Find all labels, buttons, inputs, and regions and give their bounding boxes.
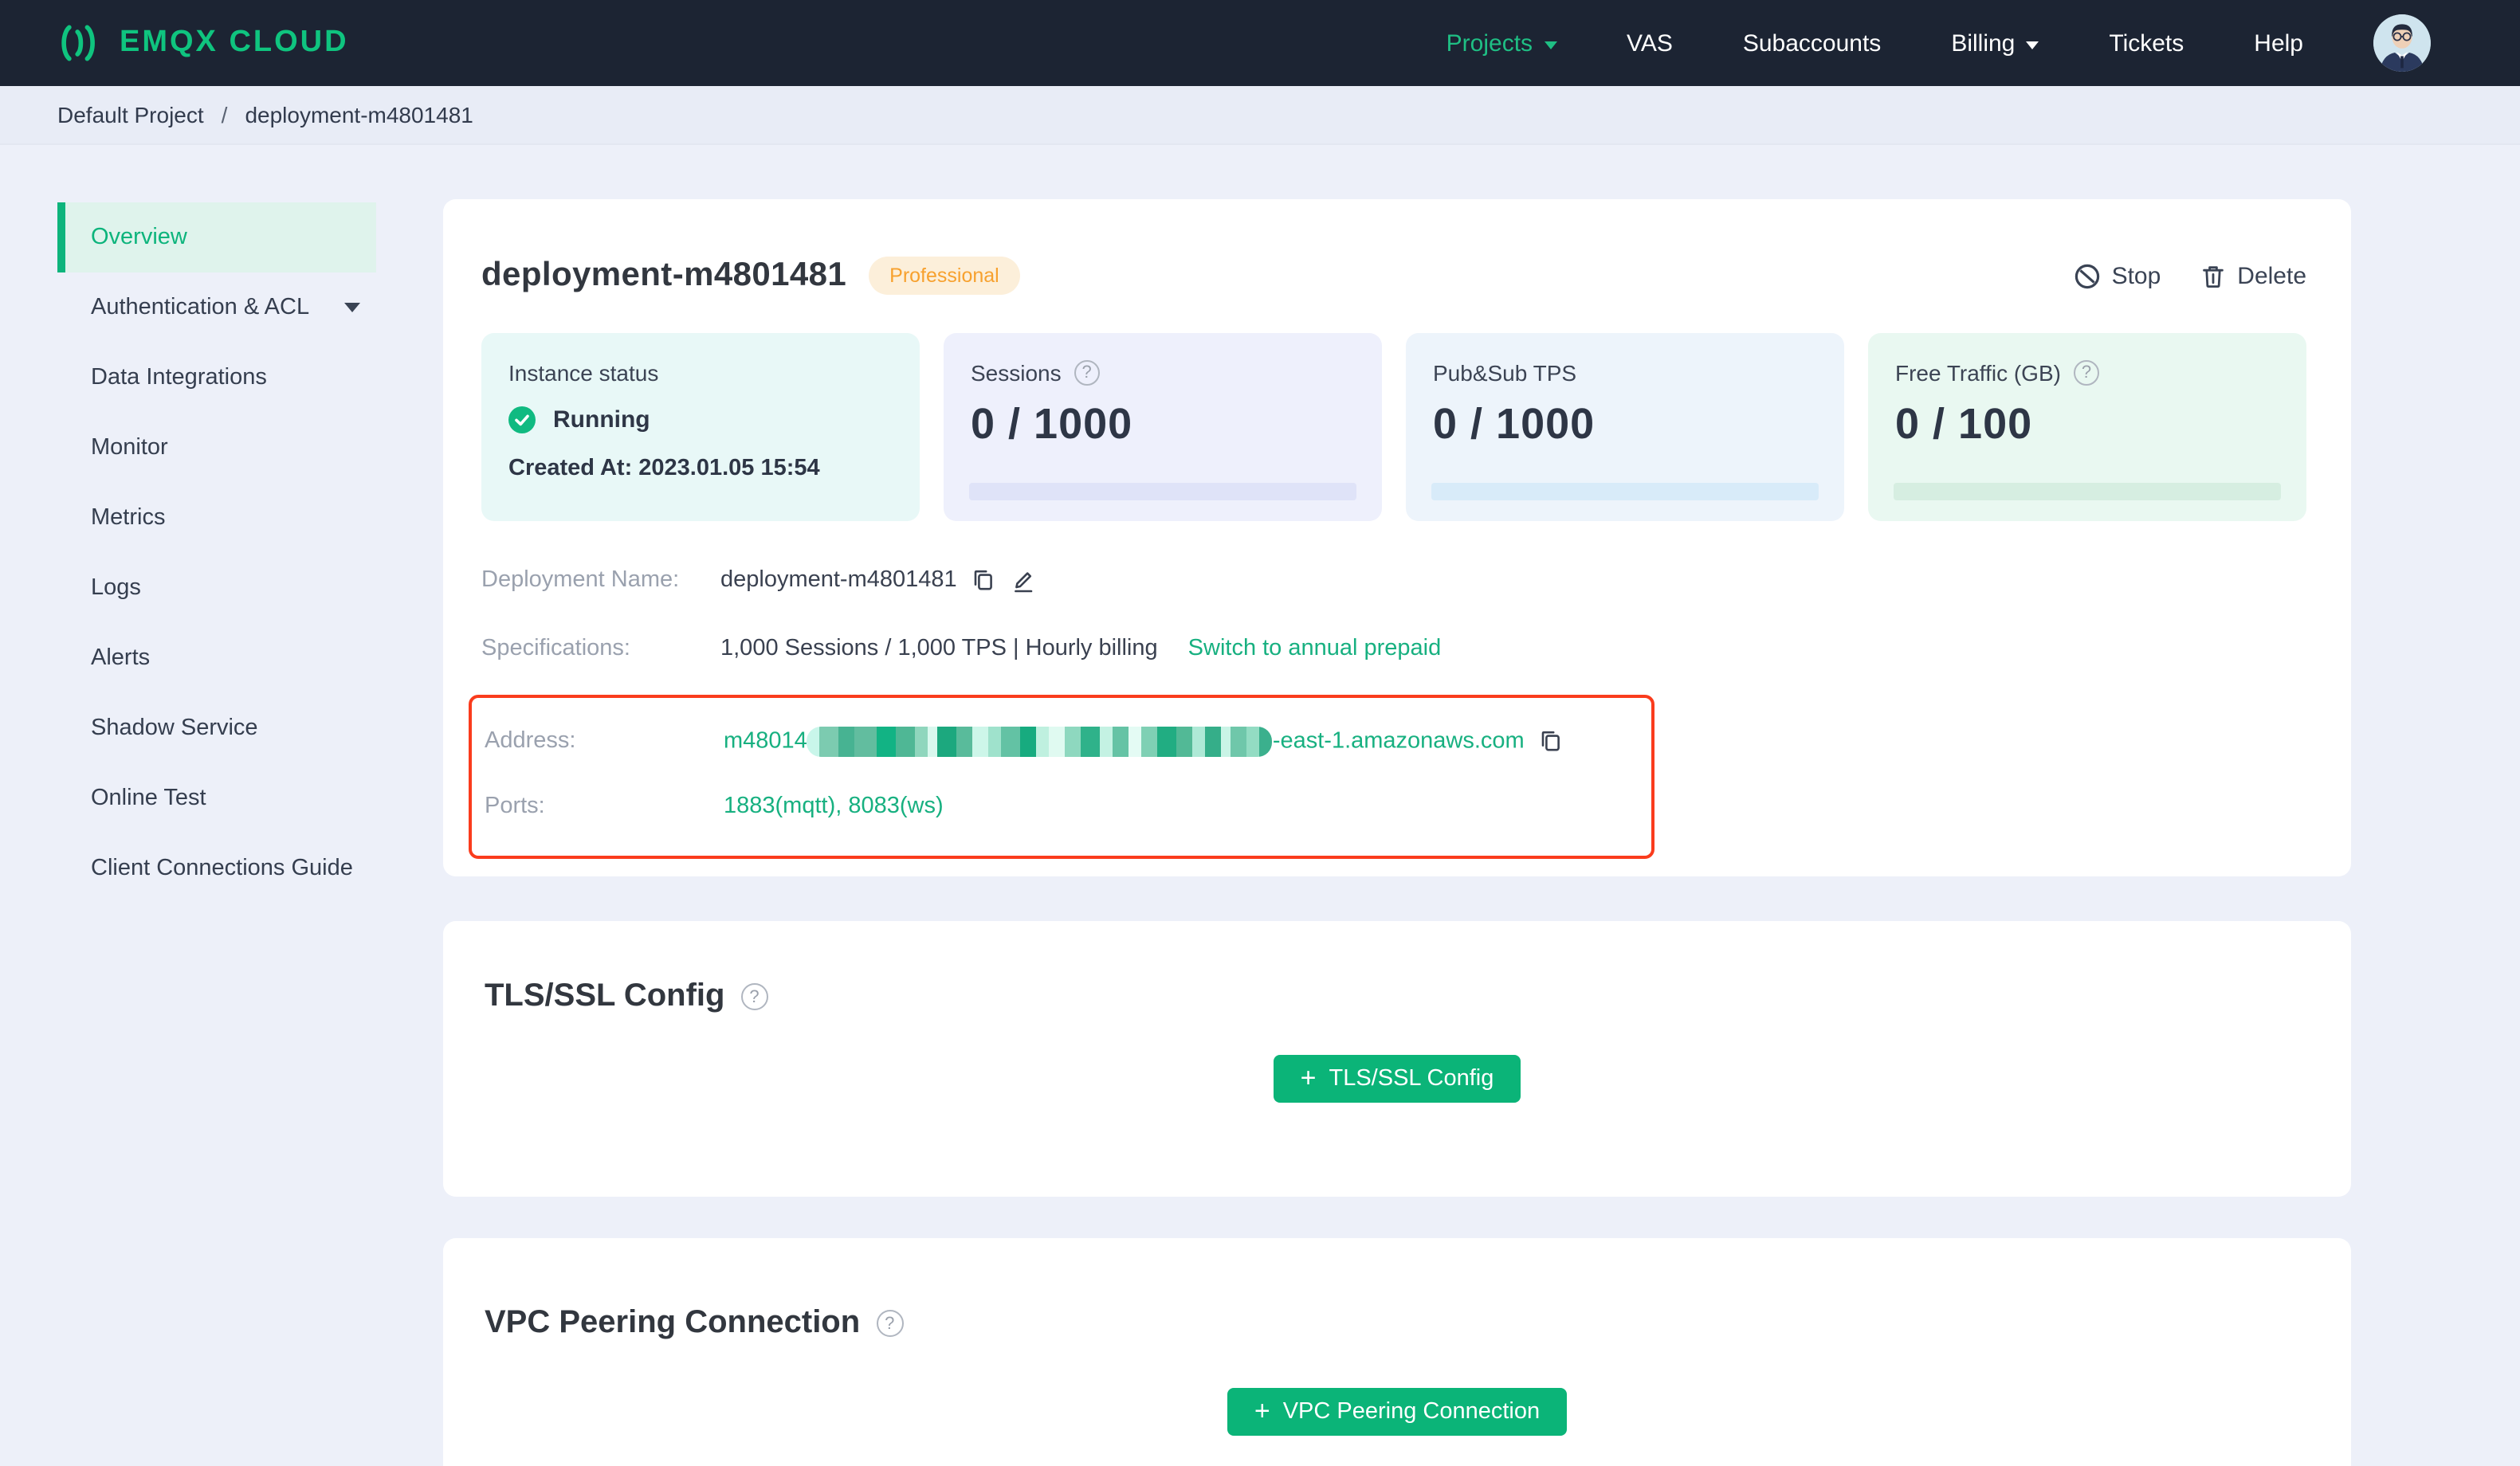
instance-status-value: Running: [553, 406, 650, 433]
breadcrumb-project[interactable]: Default Project: [57, 102, 204, 127]
add-tls-config-button[interactable]: + TLS/SSL Config: [1273, 1055, 1521, 1103]
top-navbar: EMQX CLOUD Projects VAS Subaccounts Billing…: [0, 0, 2520, 86]
help-icon[interactable]: ?: [740, 983, 768, 1010]
nav-item-vas[interactable]: VAS: [1627, 29, 1673, 57]
help-icon[interactable]: ?: [1074, 360, 1100, 386]
sessions-progress-bar: [969, 483, 1356, 500]
tps-progress-bar: [1431, 483, 1819, 500]
sidebar-item-alerts[interactable]: Alerts: [57, 623, 376, 693]
tps-label: Pub&Sub TPS: [1433, 360, 1577, 386]
help-icon[interactable]: ?: [876, 1310, 904, 1337]
deployment-overview-card: deployment-m4801481 Professional Stop De…: [443, 199, 2351, 876]
navbar-menu: Projects VAS Subaccounts Billing Tickets Help: [1446, 29, 2303, 57]
tps-card: Pub&Sub TPS 0 / 1000: [1406, 333, 1844, 521]
traffic-label: Free Traffic (GB): [1895, 360, 2061, 386]
sidebar-item-authentication-acl[interactable]: Authentication & ACL: [57, 272, 376, 343]
switch-billing-link[interactable]: Switch to annual prepaid: [1188, 636, 1442, 661]
edit-icon[interactable]: [1011, 567, 1037, 593]
chevron-down-icon: [1544, 41, 1557, 49]
deployment-name-row: Deployment Name: deployment-m4801481: [481, 558, 2306, 602]
check-circle-icon: [508, 406, 536, 433]
address-row: Address: m48014 -east-1.amazonaws.com: [485, 719, 1651, 763]
created-at: Created At: 2023.01.05 15:54: [508, 456, 820, 481]
main-content: deployment-m4801481 Professional Stop De…: [443, 145, 2351, 1466]
deployment-name-label: Deployment Name:: [481, 567, 680, 593]
plus-icon: +: [1254, 1396, 1270, 1426]
chevron-down-icon: [2026, 41, 2039, 49]
instance-status-label: Instance status: [508, 360, 659, 386]
add-vpc-peering-button[interactable]: + VPC Peering Connection: [1227, 1388, 1568, 1436]
trash-icon: [2202, 265, 2224, 287]
deployment-name-value: deployment-m4801481: [720, 567, 957, 593]
sidebar-nav: Overview Authentication & ACL Data Integra…: [0, 145, 443, 1466]
specifications-value: 1,000 Sessions / 1,000 TPS | Hourly bill…: [720, 636, 1158, 661]
tps-value: 0 / 1000: [1433, 400, 1596, 448]
deployment-title: deployment-m4801481: [481, 257, 847, 293]
chevron-down-icon: [344, 303, 360, 312]
brand[interactable]: EMQX CLOUD: [56, 21, 349, 65]
sidebar-item-online-test[interactable]: Online Test: [57, 763, 376, 833]
address-redaction: [807, 726, 1273, 756]
sidebar-item-data-integrations[interactable]: Data Integrations: [57, 343, 376, 413]
stats-row: Instance status Running Created At: 2023…: [481, 333, 2306, 521]
brand-name: EMQX CLOUD: [120, 25, 349, 59]
address-value: m48014 -east-1.amazonaws.com: [724, 726, 1525, 756]
vpc-peering-section: VPC Peering Connection ? + VPC Peering C…: [443, 1238, 2351, 1466]
annotation-highlight-box: Address: m48014 -east-1.amazonaws.com Por…: [469, 695, 1654, 859]
copy-icon[interactable]: [971, 567, 997, 593]
specifications-label: Specifications:: [481, 636, 630, 661]
deployment-info: Deployment Name: deployment-m4801481 Spe…: [469, 558, 2306, 859]
traffic-value: 0 / 100: [1895, 400, 2033, 448]
tls-ssl-section: TLS/SSL Config ? + TLS/SSL Config: [443, 921, 2351, 1197]
delete-button[interactable]: Delete: [2199, 262, 2306, 289]
sessions-card: Sessions ? 0 / 1000: [944, 333, 1382, 521]
nav-item-billing[interactable]: Billing: [1951, 29, 2039, 57]
plus-icon: +: [1300, 1063, 1317, 1093]
help-icon[interactable]: ?: [2073, 360, 2099, 386]
ports-label: Ports:: [485, 794, 545, 819]
plan-badge: Professional: [869, 257, 1020, 295]
sidebar-item-metrics[interactable]: Metrics: [57, 483, 376, 553]
instance-status-card: Instance status Running Created At: 2023…: [481, 333, 920, 521]
sidebar-item-shadow-service[interactable]: Shadow Service: [57, 693, 376, 763]
breadcrumb: Default Project / deployment-m4801481: [0, 86, 2520, 145]
sidebar-item-overview[interactable]: Overview: [57, 202, 376, 272]
nav-item-subaccounts[interactable]: Subaccounts: [1743, 29, 1881, 57]
page: EMQX CLOUD Projects VAS Subaccounts Billing…: [0, 0, 2520, 1466]
nav-item-tickets[interactable]: Tickets: [2109, 29, 2184, 57]
nav-item-projects[interactable]: Projects: [1446, 29, 1557, 57]
ports-value: 1883(mqtt), 8083(ws): [724, 794, 944, 819]
address-label: Address:: [485, 728, 576, 754]
stop-icon: [2074, 263, 2099, 288]
sidebar-item-logs[interactable]: Logs: [57, 553, 376, 623]
ports-row: Ports: 1883(mqtt), 8083(ws): [485, 784, 1651, 829]
stop-button[interactable]: Stop: [2074, 262, 2161, 289]
copy-icon[interactable]: [1539, 728, 1564, 754]
tls-heading: TLS/SSL Config: [485, 978, 725, 1013]
nav-item-help[interactable]: Help: [2254, 29, 2303, 57]
specifications-row: Specifications: 1,000 Sessions / 1,000 T…: [481, 626, 2306, 671]
breadcrumb-deployment: deployment-m4801481: [245, 102, 473, 127]
traffic-progress-bar: [1894, 483, 2281, 500]
avatar-illustration: [2373, 14, 2431, 72]
sidebar-item-monitor[interactable]: Monitor: [57, 413, 376, 483]
traffic-card: Free Traffic (GB) ? 0 / 100: [1868, 333, 2306, 521]
vpc-heading: VPC Peering Connection: [485, 1305, 861, 1340]
sessions-label: Sessions: [971, 360, 1062, 386]
user-avatar[interactable]: [2373, 14, 2431, 72]
sidebar-item-client-connections-guide[interactable]: Client Connections Guide: [57, 833, 376, 904]
sessions-value: 0 / 1000: [971, 400, 1133, 448]
breadcrumb-separator: /: [221, 102, 228, 127]
emqx-logo-icon: [61, 25, 95, 61]
